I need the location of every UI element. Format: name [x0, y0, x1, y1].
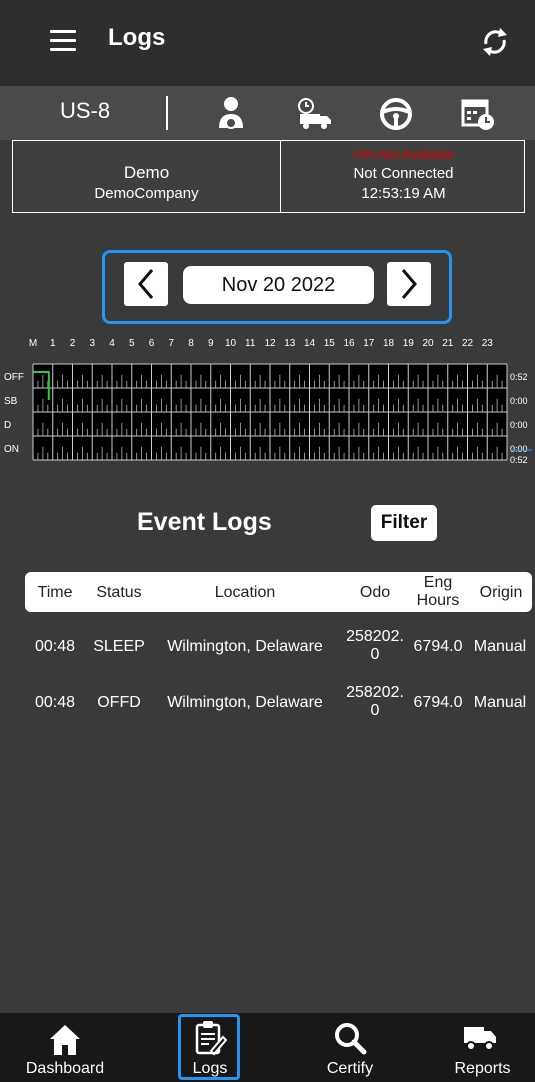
- filter-button[interactable]: Filter: [371, 505, 437, 541]
- connection-status: Not Connected: [353, 165, 454, 182]
- event-logs-title: Event Logs: [137, 508, 272, 536]
- page-title: Logs: [108, 24, 166, 51]
- hour-label: 23: [482, 338, 494, 349]
- nav-dashboard[interactable]: Dashboard: [0, 1013, 130, 1082]
- hour-label: 14: [304, 338, 316, 349]
- nav-reports-label: Reports: [454, 1060, 511, 1077]
- truck-clock-icon[interactable]: [296, 96, 334, 132]
- selected-date[interactable]: Nov 20 2022: [183, 266, 374, 304]
- divider: [166, 96, 168, 130]
- previous-day-button[interactable]: [124, 262, 168, 306]
- row-origin: Manual: [473, 638, 527, 655]
- log-graph: M 1 2 3 4 5 6 7 8 9 10 11 12 13 14 15 16 17 18 19 20 21 22 23OF…: [4, 338, 532, 465]
- chevron-right-icon: [401, 269, 417, 299]
- row-odo: 258202.: [346, 684, 404, 701]
- column-location: Location: [214, 584, 276, 601]
- hour-label: 17: [363, 338, 375, 349]
- row-total: 0:52: [510, 372, 528, 382]
- hour-label: 21: [442, 338, 454, 349]
- hour-label: 8: [188, 338, 194, 349]
- refresh-icon[interactable]: [480, 26, 510, 58]
- column-odo: Odo: [359, 584, 391, 601]
- company-name: DemoCompany: [94, 185, 199, 202]
- row-odo-decimal: 0: [370, 702, 380, 719]
- hour-label: 7: [168, 338, 174, 349]
- hour-label: 12: [264, 338, 276, 349]
- nav-reports[interactable]: Reports: [430, 1013, 535, 1082]
- table-header: Time Status Location Odo Eng Hours Origi…: [25, 572, 532, 612]
- ruleset-label[interactable]: US-8: [60, 98, 110, 124]
- column-eng-hours-top: Eng: [423, 574, 453, 591]
- row-status: SLEEP: [93, 638, 145, 655]
- nav-certify-label: Certify: [326, 1060, 374, 1077]
- hour-label: 15: [324, 338, 336, 349]
- hour-label: 3: [89, 338, 95, 349]
- hour-label: 9: [208, 338, 214, 349]
- row-label: OFF: [4, 372, 24, 383]
- column-eng-hours-bottom: Hours: [416, 592, 460, 609]
- search-icon: [335, 1023, 367, 1055]
- nav-certify[interactable]: Certify: [300, 1013, 400, 1082]
- row-total: 0:00: [510, 396, 528, 406]
- hour-label: 11: [245, 338, 256, 349]
- hour-label: 4: [109, 338, 115, 349]
- current-time: 12:53:19 AM: [361, 185, 446, 202]
- menu-icon[interactable]: [50, 30, 76, 52]
- row-origin: Manual: [473, 694, 527, 711]
- driver-name: Demo: [123, 163, 170, 182]
- vin-status: VIN Not Available: [353, 147, 454, 162]
- hour-label: 1: [50, 338, 56, 349]
- hour-label: 22: [462, 338, 474, 349]
- hour-label: 19: [403, 338, 415, 349]
- column-time: Time: [37, 584, 73, 601]
- home-icon: [50, 1025, 80, 1055]
- row-time: 00:48: [34, 694, 76, 711]
- row-total: 0:00: [510, 444, 528, 454]
- row-time: 00:48: [34, 638, 76, 655]
- grand-total: 0:52: [510, 455, 528, 465]
- calendar-clock-icon[interactable]: [460, 96, 496, 132]
- bottom-navigation: Dashboard Logs Certify Reports: [0, 1013, 535, 1082]
- hour-label: 6: [149, 338, 155, 349]
- table-row[interactable]: 00:48 SLEEP Wilmington, Delaware 258202.…: [25, 628, 532, 668]
- row-eng-hours: 6794.0: [413, 638, 463, 655]
- hour-label: 20: [422, 338, 434, 349]
- truck-icon: [464, 1027, 496, 1051]
- hour-label: 2: [70, 338, 76, 349]
- row-eng-hours: 6794.0: [413, 694, 463, 711]
- hour-label: 18: [383, 338, 395, 349]
- row-label: SB: [4, 396, 18, 407]
- nav-dashboard-label: Dashboard: [25, 1060, 105, 1077]
- row-label: D: [4, 420, 11, 431]
- app-header: [0, 0, 535, 86]
- hour-label: 5: [129, 338, 135, 349]
- row-odo: 258202.: [346, 628, 404, 645]
- row-total: 0:00: [510, 420, 528, 430]
- row-location: Wilmington, Delaware: [167, 638, 323, 655]
- hour-label: M: [29, 338, 37, 349]
- column-origin: Origin: [479, 584, 523, 601]
- chevron-left-icon: [138, 269, 154, 299]
- table-row[interactable]: 00:48 OFFD Wilmington, Delaware 258202. …: [25, 684, 532, 724]
- hour-label: 10: [225, 338, 237, 349]
- hour-label: 13: [284, 338, 296, 349]
- hour-label: 16: [343, 338, 355, 349]
- steering-wheel-icon[interactable]: [378, 96, 414, 132]
- row-odo-decimal: 0: [370, 646, 380, 663]
- next-day-button[interactable]: [387, 262, 431, 306]
- active-tab-indicator: [178, 1014, 240, 1080]
- driver-vehicle-info: Demo DemoCompany VIN Not Available Not C…: [12, 140, 525, 213]
- column-status: Status: [96, 584, 142, 601]
- driver-icon[interactable]: [216, 96, 246, 132]
- row-label: ON: [4, 444, 19, 455]
- row-status: OFFD: [97, 694, 141, 711]
- row-location: Wilmington, Delaware: [167, 694, 323, 711]
